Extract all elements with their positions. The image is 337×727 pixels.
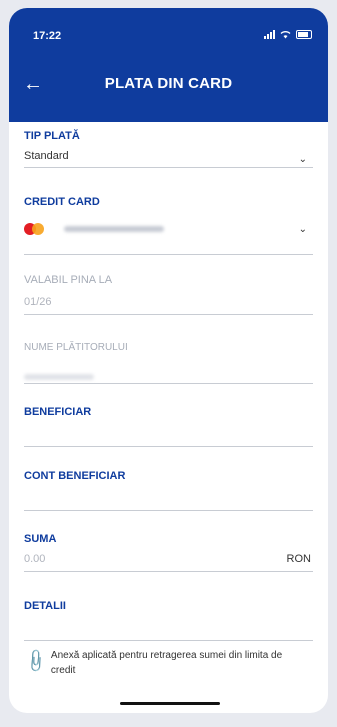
payment-type-label: TIP PLATĂ xyxy=(24,130,80,142)
status-time: 17:22 xyxy=(33,30,62,42)
payment-type-value: Standard xyxy=(24,150,69,162)
divider xyxy=(24,571,313,572)
payment-type-select[interactable]: TIP PLATĂ Standard ⌄ xyxy=(24,130,313,168)
credit-card-label: CREDIT CARD xyxy=(24,196,100,208)
header-bar: 17:22 ← PLATA DIN CARD xyxy=(9,8,328,122)
divider xyxy=(24,314,313,315)
beneficiary-label: BENEFICIAR xyxy=(24,406,92,418)
amount-label: SUMA xyxy=(24,533,57,545)
credit-card-select[interactable]: CREDIT CARD ⌄ xyxy=(24,196,313,255)
chevron-down-icon: ⌄ xyxy=(298,154,307,165)
divider xyxy=(24,446,313,447)
paperclip-icon: 📎 xyxy=(22,648,49,675)
home-indicator[interactable] xyxy=(120,702,220,705)
details-field[interactable]: DETALII xyxy=(24,600,313,641)
expiry-field: VALABIL PINA LA 01/26 xyxy=(24,274,313,315)
divider xyxy=(24,254,313,255)
payer-name-redacted xyxy=(24,374,94,380)
card-number-redacted xyxy=(64,225,165,232)
wifi-icon xyxy=(280,31,291,39)
mastercard-icon xyxy=(24,222,46,235)
amount-field[interactable]: SUMA 0.00 RON xyxy=(24,533,313,572)
payer-name-label: NUME PLĂTITORULUI xyxy=(24,342,128,353)
divider xyxy=(24,383,313,384)
chevron-down-icon: ⌄ xyxy=(298,224,307,235)
beneficiary-field[interactable]: BENEFICIAR xyxy=(24,406,313,447)
divider xyxy=(24,510,313,511)
amount-input[interactable]: 0.00 xyxy=(24,553,313,565)
signal-icon xyxy=(264,30,275,39)
beneficiary-account-field[interactable]: CONT BENEFICIAR xyxy=(24,470,313,511)
divider xyxy=(24,640,313,641)
status-icons xyxy=(264,30,312,39)
phone-screen: 17:22 ← PLATA DIN CARD TIP PLATĂ Standar… xyxy=(9,8,328,713)
annex-text: Anexă aplicată pentru retragerea sumei d… xyxy=(50,650,283,676)
expiry-label: VALABIL PINA LA xyxy=(24,274,113,286)
page-title: PLATA DIN CARD xyxy=(104,75,233,92)
beneficiary-account-label: CONT BENEFICIAR xyxy=(24,470,126,482)
payer-name-field: NUME PLĂTITORULUI xyxy=(24,342,313,384)
annex-note[interactable]: 📎 Anexă aplicată pentru retragerea sumei… xyxy=(22,648,301,678)
expiry-value: 01/26 xyxy=(24,296,52,308)
details-label: DETALII xyxy=(24,600,66,612)
currency-label: RON xyxy=(286,553,311,565)
battery-icon xyxy=(296,30,312,39)
divider xyxy=(24,167,313,168)
